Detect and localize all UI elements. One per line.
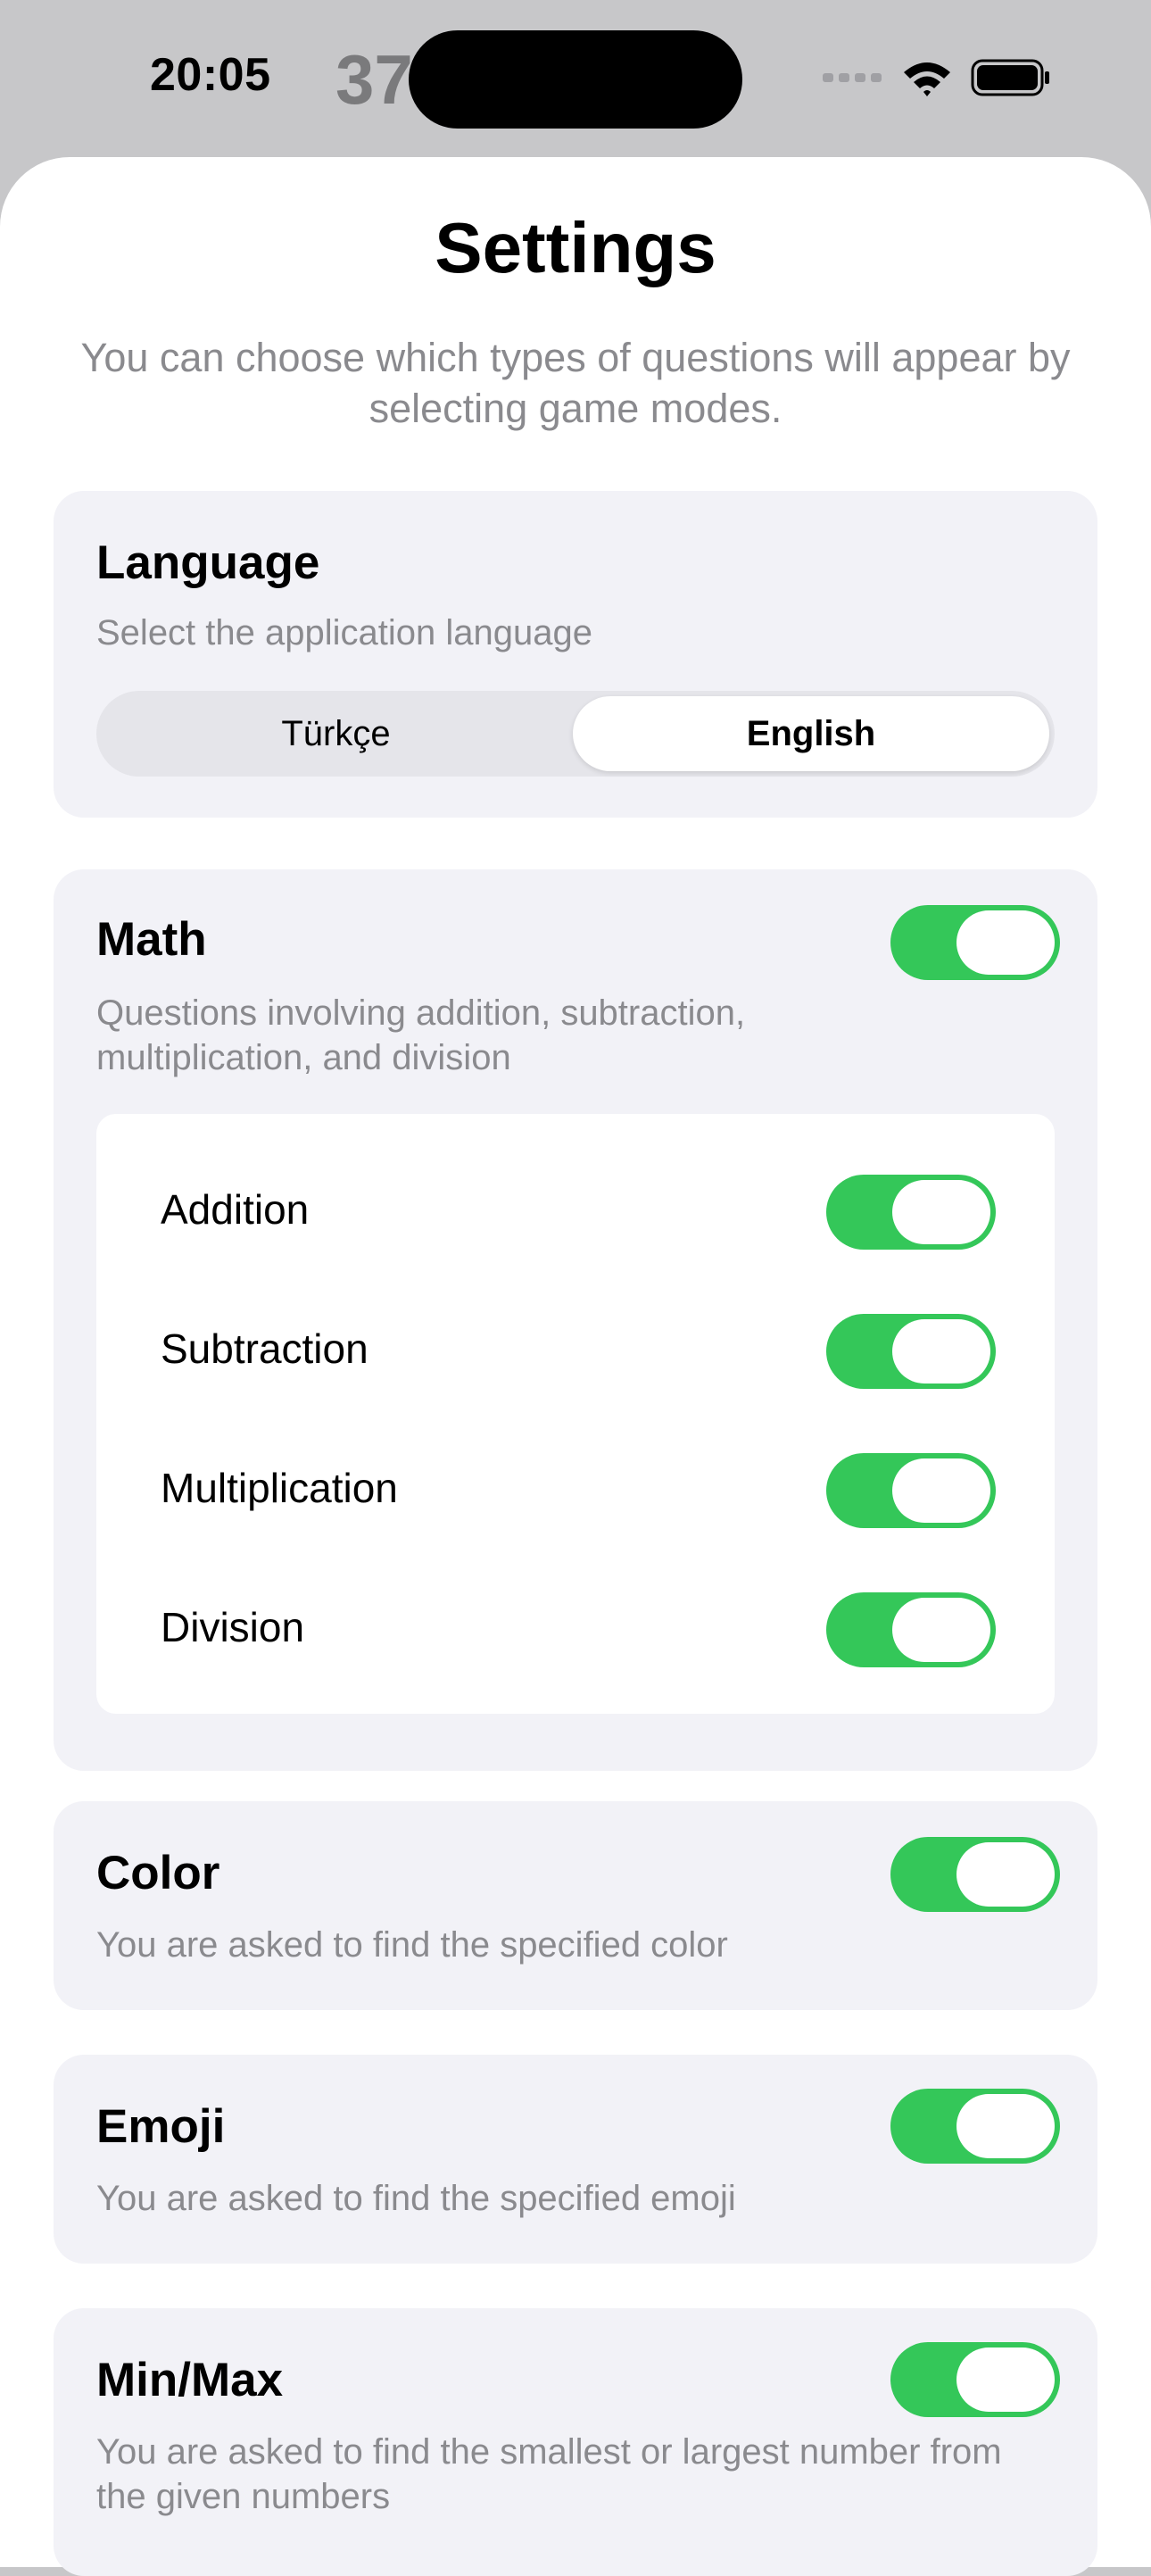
language-option-turkish[interactable]: Türkçe <box>96 691 576 777</box>
emoji-card: Emoji You are asked to find the specifie… <box>54 2055 1097 2264</box>
toggle-knob <box>956 910 1055 975</box>
emoji-description: You are asked to find the specified emoj… <box>96 2179 736 2218</box>
toggle-knob <box>892 1458 990 1523</box>
emoji-toggle[interactable] <box>890 2089 1060 2164</box>
math-title: Math <box>96 913 207 966</box>
math-description: Questions involving addition, subtractio… <box>96 993 746 1077</box>
page-title: Settings <box>435 208 716 287</box>
division-toggle[interactable] <box>826 1592 996 1667</box>
addition-toggle[interactable] <box>826 1175 996 1250</box>
math-toggle[interactable] <box>890 905 1060 980</box>
settings-sheet: Settings You can choose which types of q… <box>0 157 1151 2576</box>
toggle-knob <box>892 1319 990 1384</box>
color-toggle[interactable] <box>890 1837 1060 1912</box>
toggle-knob <box>956 2347 1055 2412</box>
wifi-icon <box>904 62 950 96</box>
status-icons <box>823 55 1051 100</box>
language-title: Language <box>96 536 320 589</box>
language-card: Language Select the application language… <box>54 491 1097 818</box>
operation-row-multiplication: Multiplication <box>96 1428 1055 1553</box>
operation-label: Multiplication <box>161 1465 398 1511</box>
toggle-knob <box>892 1180 990 1244</box>
dynamic-island <box>409 30 742 129</box>
toggle-knob <box>956 1842 1055 1907</box>
operation-label: Division <box>161 1604 305 1650</box>
math-card: Math Questions involving addition, subtr… <box>54 869 1097 1771</box>
minmax-description: You are asked to find the smallest or la… <box>96 2432 1002 2516</box>
color-card: Color You are asked to find the specifie… <box>54 1801 1097 2010</box>
page-subtitle: You can choose which types of questions … <box>80 335 1071 431</box>
language-description: Select the application language <box>96 613 592 652</box>
status-bar: 20:05 37 <box>0 0 1151 157</box>
operation-row-division: Division <box>96 1567 1055 1692</box>
minmax-toggle[interactable] <box>890 2342 1060 2417</box>
status-time: 20:05 <box>150 49 271 101</box>
language-option-english[interactable]: English <box>573 696 1049 771</box>
subtraction-toggle[interactable] <box>826 1314 996 1389</box>
toggle-knob <box>956 2094 1055 2158</box>
minmax-title: Min/Max <box>96 2354 284 2406</box>
color-description: You are asked to find the specified colo… <box>96 1925 728 1965</box>
background-number: 37 <box>335 40 413 119</box>
emoji-title: Emoji <box>96 2100 226 2153</box>
minmax-card: Min/Max You are asked to find the smalle… <box>54 2308 1097 2576</box>
operation-row-subtraction: Subtraction <box>96 1289 1055 1414</box>
math-operations-panel: Addition Subtraction Multiplication Divi… <box>96 1114 1055 1714</box>
operation-label: Subtraction <box>161 1325 368 1372</box>
operation-row-addition: Addition <box>96 1150 1055 1275</box>
language-segmented-control: Türkçe English <box>96 691 1055 777</box>
battery-icon <box>971 59 1049 96</box>
cellular-dots-icon <box>823 73 882 82</box>
toggle-knob <box>892 1598 990 1662</box>
color-title: Color <box>96 1847 220 1899</box>
operation-label: Addition <box>161 1186 310 1233</box>
multiplication-toggle[interactable] <box>826 1453 996 1528</box>
